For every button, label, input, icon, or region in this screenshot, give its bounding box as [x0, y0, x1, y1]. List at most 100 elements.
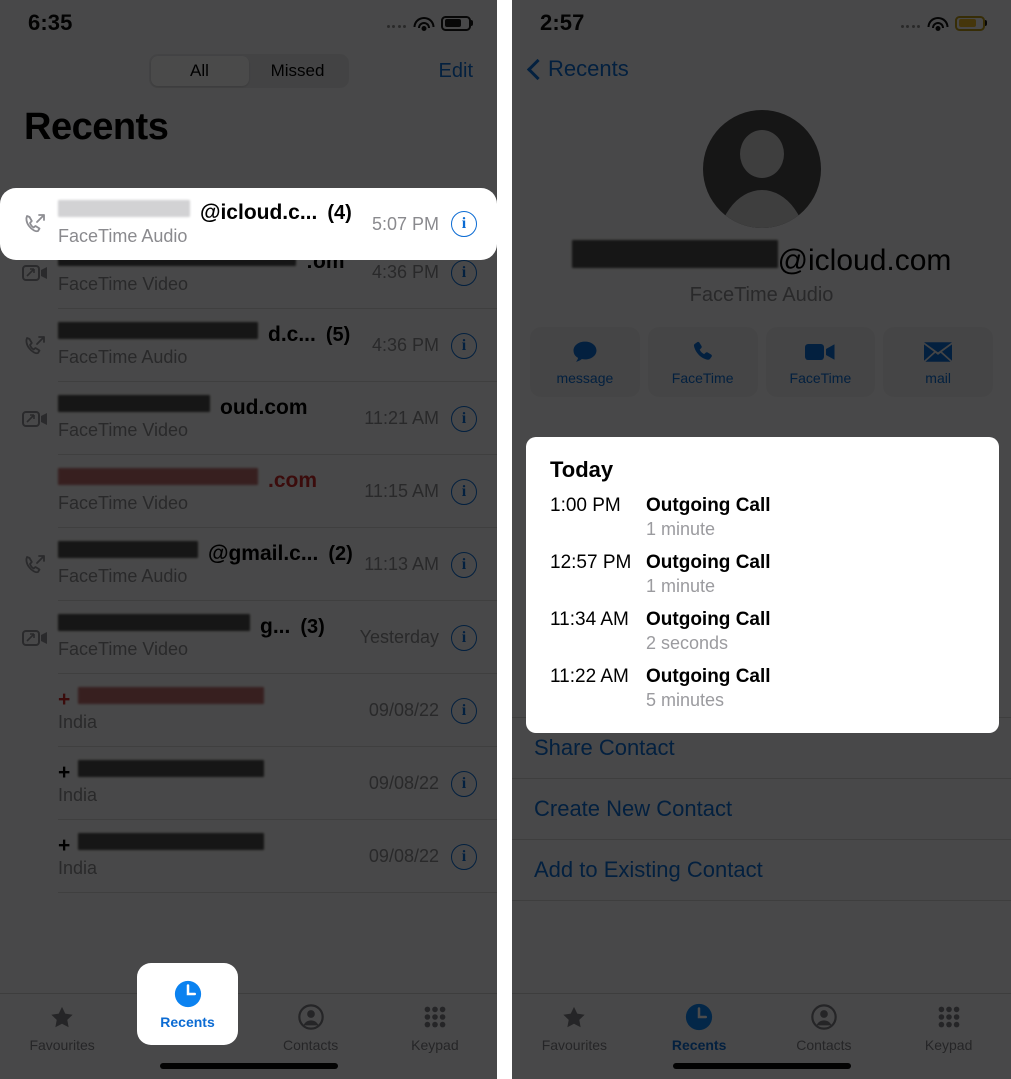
info-icon[interactable]: i	[451, 332, 477, 359]
keypad-grid-icon	[421, 1002, 449, 1032]
table-row[interactable]: d.c... (5) FaceTime Audio 4:36 PM i	[0, 309, 497, 382]
star-icon	[48, 1002, 76, 1032]
facetime-audio-button[interactable]: FaceTime	[647, 327, 758, 397]
info-icon[interactable]: i	[451, 259, 477, 286]
facetime-video-button[interactable]: FaceTime	[765, 327, 876, 397]
action-label: FaceTime	[671, 369, 734, 386]
caller-id: @gmail.c... (2)	[58, 540, 358, 567]
history-time: 12:57 PM	[550, 552, 632, 573]
info-icon[interactable]: i	[451, 405, 477, 432]
info-icon[interactable]: i	[451, 551, 477, 578]
caller-id: +	[58, 686, 363, 713]
table-row[interactable]: + India 09/08/22 i	[0, 674, 497, 747]
contact-action-buttons[interactable]: message FaceTime FaceTime mail	[512, 307, 1011, 397]
edit-button[interactable]: Edit	[439, 60, 473, 83]
tab-keypad[interactable]: Keypad	[373, 1002, 497, 1053]
table-row[interactable]: g... (3) FaceTime Video Yesterday i	[0, 601, 497, 674]
table-row[interactable]: + India 09/08/22 i	[0, 820, 497, 893]
tab-contacts[interactable]: Contacts	[762, 1002, 887, 1053]
contact-links[interactable]: Share Contact Create New Contact Add to …	[512, 717, 1011, 901]
left-phone-screen: 6:35 All Missed Edit Recents:om FaceTim…	[0, 0, 497, 1079]
list-item: 11:34 AM Outgoing Call 2 seconds	[550, 609, 975, 654]
tab-label: Recents	[671, 1037, 727, 1053]
recents-call-list[interactable]: :om FaceTime Video 4:36 PM i d.c... (5) F…	[0, 163, 497, 993]
avatar	[702, 110, 821, 228]
status-time: 2:57	[540, 10, 585, 35]
caller-id: +	[58, 832, 363, 859]
outgoing-audio-call-icon	[12, 213, 58, 235]
table-row[interactable]: + India 09/08/22 i	[0, 747, 497, 820]
table-row[interactable]: .com FaceTime Video 11:15 AM i	[0, 455, 497, 528]
mail-button[interactable]: mail	[883, 327, 993, 397]
table-row[interactable]: oud.com FaceTime Video 11:21 AM i	[0, 382, 497, 455]
highlighted-call-row[interactable]: @icloud.c... (4) FaceTime Audio 5:07 PM i	[0, 188, 497, 260]
signal-dots-icon	[900, 18, 920, 28]
info-icon[interactable]: i	[451, 843, 477, 870]
screenshot-stage: 6:35 All Missed Edit Recents:om FaceTim…	[0, 0, 1011, 1079]
call-type-label: India	[58, 858, 98, 879]
battery-low-power-icon	[955, 15, 985, 31]
info-icon[interactable]: i	[451, 211, 477, 237]
segment-all[interactable]: All	[150, 56, 249, 86]
info-icon[interactable]: i	[451, 770, 477, 797]
call-type-label: FaceTime Video	[58, 493, 189, 514]
history-duration: 5 minutes	[646, 690, 725, 710]
history-section-title: Today	[550, 457, 614, 482]
table-row[interactable]: @gmail.c... (2) FaceTime Audio 11:13 AM i	[0, 528, 497, 601]
history-duration: 1 minute	[646, 519, 716, 539]
tab-favourites[interactable]: Favourites	[0, 1002, 124, 1053]
tab-contacts[interactable]: Contacts	[249, 1002, 373, 1053]
message-button[interactable]: message	[530, 327, 640, 397]
right-tab-bar[interactable]: Favourites Recents Contacts Keypad	[512, 993, 1011, 1079]
create-new-contact-link[interactable]: Create New Contact	[512, 779, 1011, 840]
tab-label: Keypad	[411, 1037, 459, 1053]
home-indicator	[672, 1063, 851, 1069]
status-time: 6:35	[28, 10, 73, 35]
caller-id: g... (3)	[58, 613, 354, 640]
wifi-icon	[927, 16, 948, 31]
info-icon[interactable]: i	[451, 624, 477, 651]
highlighted-recents-tab[interactable]: Recents	[137, 963, 238, 1045]
left-nav-row: All Missed Edit	[0, 46, 497, 96]
battery-icon	[441, 15, 471, 31]
outgoing-video-call-icon	[12, 264, 58, 282]
call-time: 4:36 PM	[371, 335, 439, 355]
call-time: 11:21 AM	[364, 408, 439, 428]
call-time: 11:15 AM	[364, 481, 439, 501]
calls-filter-segmented-control[interactable]: All Missed	[148, 54, 349, 88]
action-label: FaceTime	[789, 369, 852, 386]
tab-label: Keypad	[924, 1037, 973, 1053]
back-button[interactable]: Recents	[512, 46, 1011, 92]
tab-keypad[interactable]: Keypad	[886, 1002, 1011, 1053]
history-kind: Outgoing Call	[646, 609, 771, 630]
history-time: 11:22 AM	[550, 666, 629, 687]
info-icon[interactable]: i	[451, 478, 477, 505]
clock-icon	[684, 1002, 714, 1032]
clock-icon	[173, 979, 203, 1009]
status-indicators	[386, 15, 471, 31]
left-tab-bar[interactable]: Favourites Contacts Keypad	[0, 993, 497, 1079]
home-indicator	[159, 1063, 338, 1069]
tab-recents[interactable]: Recents	[637, 1002, 762, 1053]
outgoing-video-call-icon	[12, 410, 58, 428]
back-button-label: Recents	[548, 56, 629, 81]
left-phone-panel: 6:35 All Missed Edit Recents:om FaceTim…	[0, 0, 497, 1079]
call-time: 09/08/22	[368, 700, 439, 720]
history-kind: Outgoing Call	[646, 552, 771, 573]
info-icon[interactable]: i	[451, 697, 477, 724]
call-type-label: FaceTime Audio	[58, 225, 188, 246]
chevron-left-icon	[528, 59, 540, 79]
add-to-existing-contact-link[interactable]: Add to Existing Contact	[512, 840, 1011, 901]
highlighted-call-history-card: Today 1:00 PM Outgoing Call 1 minute 12:…	[526, 437, 999, 733]
call-type-label: India	[58, 785, 98, 806]
tab-label: Favourites	[541, 1037, 608, 1053]
outgoing-audio-call-icon	[12, 554, 58, 576]
call-time: 5:07 PM	[371, 213, 439, 234]
tab-favourites[interactable]: Favourites	[512, 1002, 637, 1053]
phone-handset-icon	[691, 339, 715, 365]
person-circle-icon	[810, 1002, 838, 1032]
tab-label: Recents	[160, 1013, 215, 1030]
segment-missed[interactable]: Missed	[249, 56, 347, 86]
outgoing-video-call-icon	[12, 629, 58, 647]
call-time: 11:13 AM	[364, 554, 439, 574]
